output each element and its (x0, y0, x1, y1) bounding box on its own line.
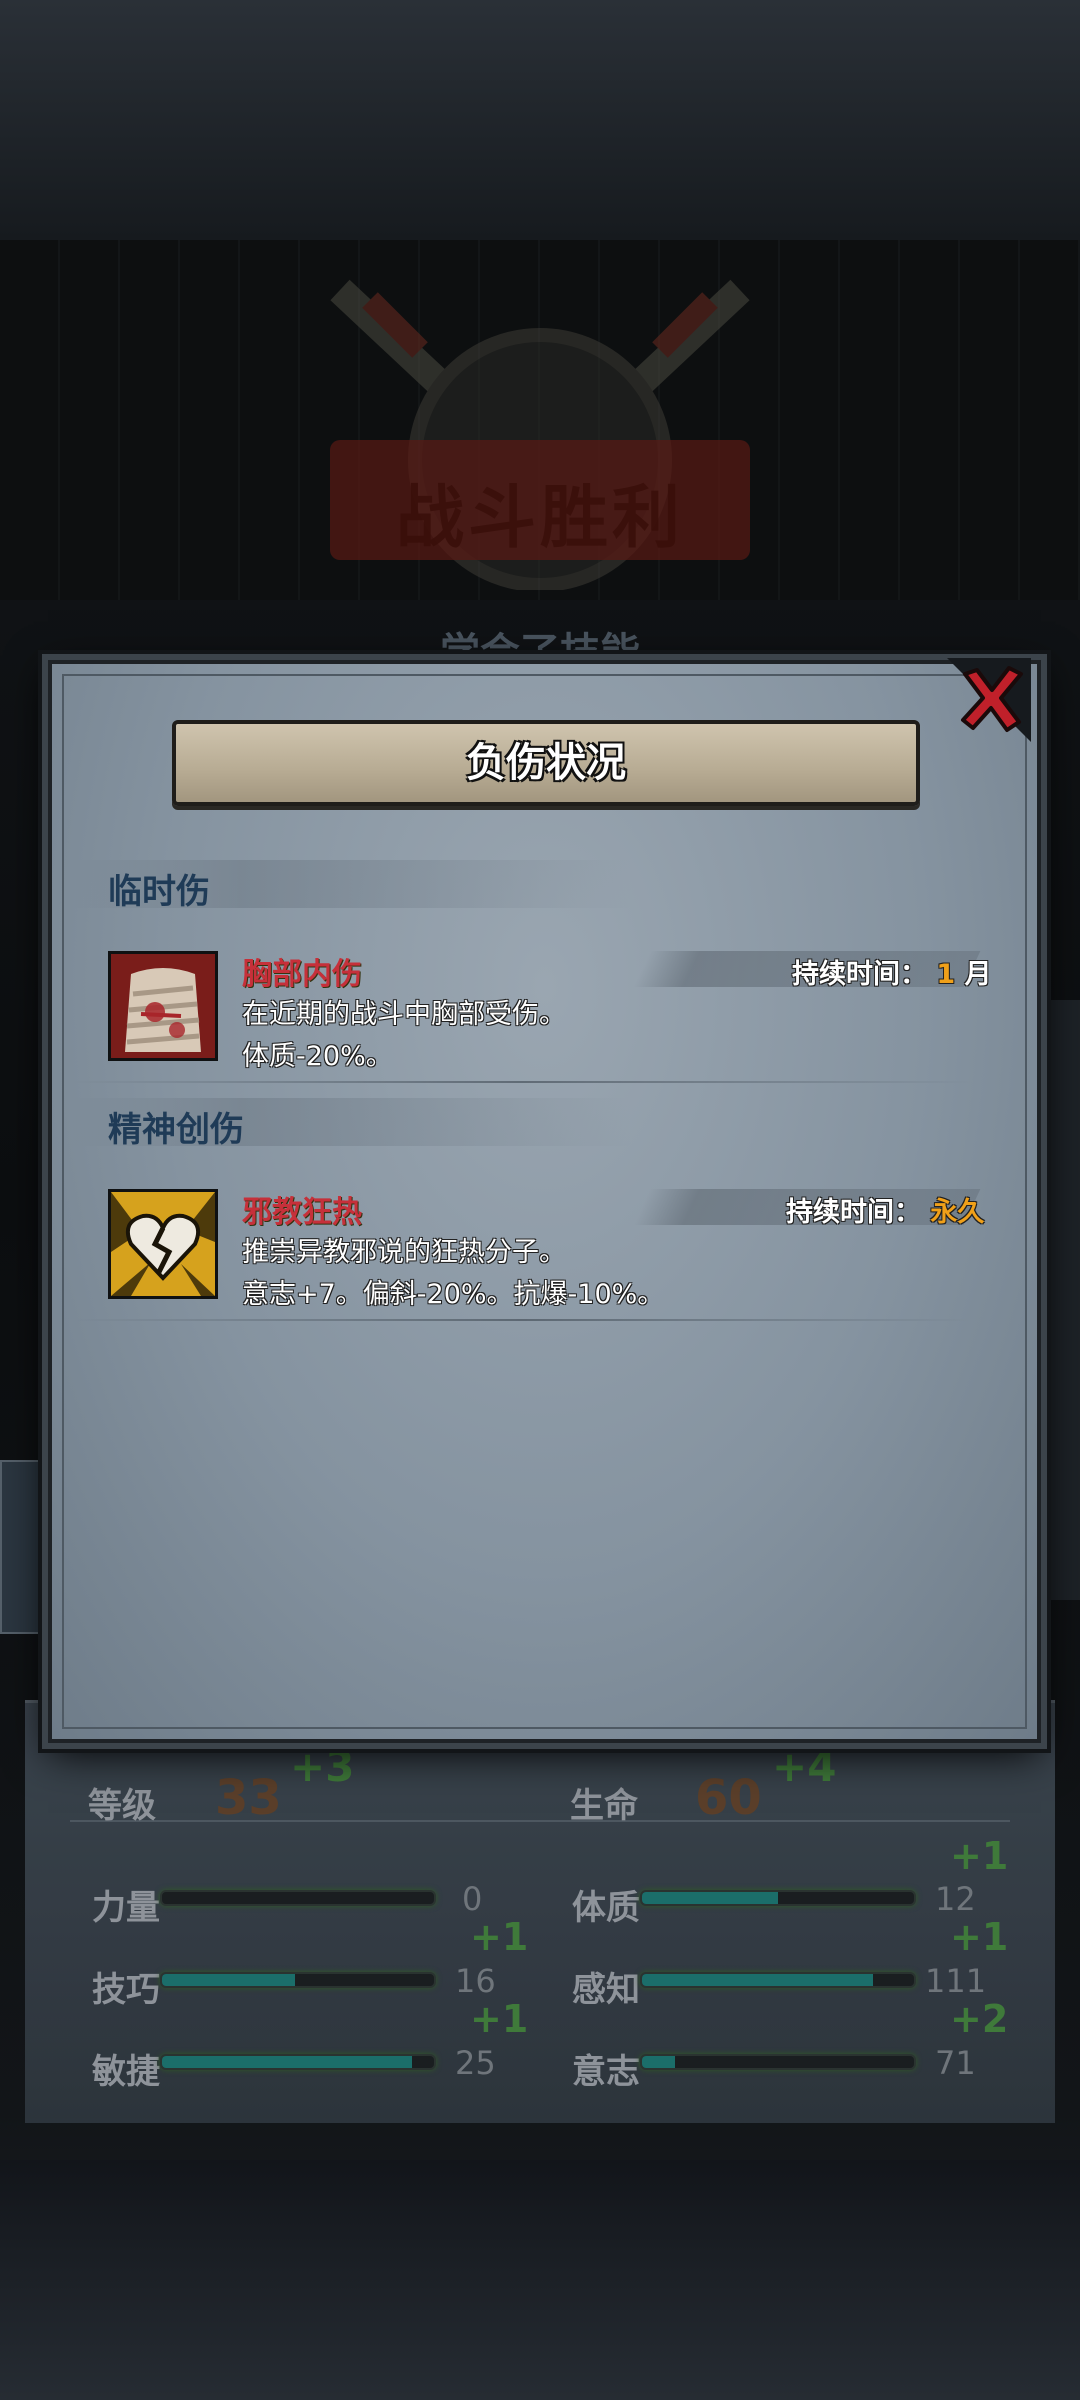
background-side-panel (1050, 1000, 1080, 1600)
duration-permanent: 永久 (930, 1197, 985, 1228)
strength-label: 力量 (92, 1888, 160, 1928)
injury-desc-cult-line1: 推崇异教邪说的狂热分子。 (242, 1237, 566, 1268)
modal-title: 负伤状况 (466, 740, 626, 786)
level-plus: +3 (290, 1742, 355, 1791)
injury-name-chest: 胸部内伤 (242, 957, 362, 992)
skill-bar (160, 1972, 436, 1988)
perception-label: 感知 (572, 1970, 640, 2010)
row-divider (72, 1081, 972, 1083)
modal-title-plate: 负伤状况 (172, 720, 920, 806)
victory-title: 战斗胜利 (395, 479, 684, 558)
constitution-label: 体质 (572, 1888, 640, 1928)
perception-value: 111 (925, 1962, 987, 2000)
skill-label: 技巧 (92, 1970, 160, 2010)
agility-value: 25 (455, 2044, 496, 2082)
top-background (0, 0, 1080, 240)
skill-plus: +1 (470, 1915, 529, 1959)
will-plus: +2 (950, 1997, 1009, 2041)
agility-plus: +1 (470, 1997, 529, 2041)
life-label: 生命 (570, 1786, 638, 1826)
injury-desc-chest-line2: 体质-20%。 (242, 1041, 393, 1072)
life-plus: +4 (772, 1742, 837, 1791)
section-title-mental-trauma: 精神创伤 (108, 1110, 244, 1150)
section-title-temporary-injury: 临时伤 (108, 872, 210, 912)
skill-value: 16 (455, 1962, 496, 2000)
duration-label: 持续时间： (786, 1197, 921, 1228)
injury-name-cult-fanaticism: 邪教狂热 (242, 1195, 362, 1230)
level-label: 等级 (88, 1786, 156, 1826)
bottom-background (0, 2160, 1080, 2400)
will-value: 71 (935, 2044, 976, 2082)
stats-divider (70, 1820, 1010, 1822)
duration-unit: 月 (964, 959, 992, 990)
constitution-value: 12 (935, 1880, 976, 1918)
strength-bar (160, 1890, 436, 1906)
constitution-plus: +1 (950, 1834, 1009, 1878)
perception-plus: +1 (950, 1915, 1009, 1959)
injury-desc-cult-line2: 意志+7。偏斜-20%。抗爆-10%。 (242, 1279, 665, 1310)
bandaged-chest-icon[interactable] (108, 951, 218, 1061)
background-portrait-card (0, 1460, 44, 1634)
row-divider (72, 1319, 972, 1321)
life-value: 60 (695, 1770, 762, 1826)
perception-bar (640, 1972, 916, 1988)
will-label: 意志 (572, 2052, 640, 2092)
duration-number: 1 (936, 959, 956, 990)
close-x-icon[interactable] (957, 664, 1027, 734)
broken-heart-icon[interactable] (108, 1189, 218, 1299)
agility-label: 敏捷 (92, 2052, 160, 2092)
duration-label: 持续时间： (792, 959, 927, 990)
duration-cult: 持续时间： 永久 (786, 1190, 984, 1229)
injury-status-modal: 负伤状况 临时伤 胸部内伤 在近期的战斗中胸部受伤。 体质-20%。 持续时间：… (48, 658, 1041, 1743)
duration-chest: 持续时间： 1 月 (792, 952, 992, 991)
constitution-bar (640, 1890, 916, 1906)
strength-value: 0 (462, 1880, 483, 1918)
will-bar (640, 2054, 916, 2070)
level-value: 33 (215, 1770, 282, 1826)
injury-desc-chest-line1: 在近期的战斗中胸部受伤。 (242, 999, 566, 1030)
agility-bar (160, 2054, 436, 2070)
